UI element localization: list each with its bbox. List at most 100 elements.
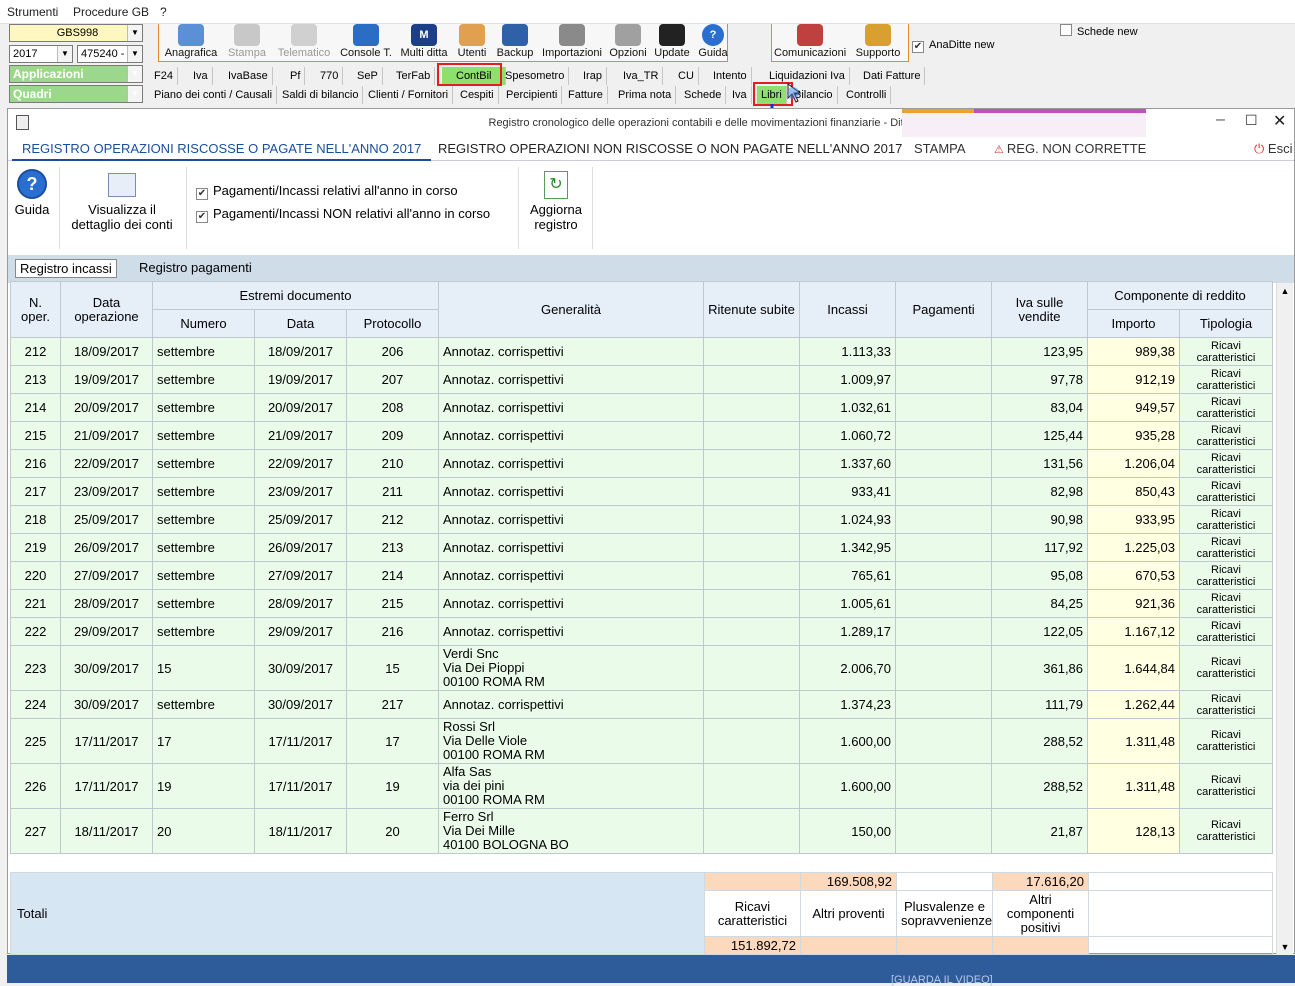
anagrafica-button[interactable]: Anagrafica: [163, 24, 219, 62]
menu-procedure[interactable]: Procedure GB: [73, 5, 149, 19]
chk-anno-corso[interactable]: ✔ Pagamenti/Incassi relativi all'anno in …: [196, 183, 458, 200]
app-intento[interactable]: Intento: [709, 67, 752, 85]
menu-strumenti[interactable]: Strumenti: [7, 5, 58, 19]
opzioni-label: Opzioni: [609, 47, 647, 59]
opzioni-button[interactable]: Opzioni: [608, 24, 648, 62]
quadro-percipienti[interactable]: Percipienti: [502, 86, 563, 104]
row-ritenute: [703, 718, 801, 764]
row-importo: 912,19: [1087, 365, 1181, 394]
table-row[interactable]: 214 20/09/2017 settembre 20/09/2017 208 Annot…: [10, 393, 1274, 422]
app-pf[interactable]: Pf: [286, 67, 306, 85]
table-row[interactable]: 225 17/11/2017 17 17/11/2017 17 Rossi Srl Via …: [10, 718, 1274, 764]
table-row[interactable]: 222 29/09/2017 settembre 29/09/2017 216 Annot…: [10, 617, 1274, 646]
aggiorna-registro-button[interactable]: ↻ Aggiorna registro: [522, 171, 590, 232]
table-row[interactable]: 213 19/09/2017 settembre 19/09/2017 207 Annot…: [10, 365, 1274, 394]
table-row[interactable]: 215 21/09/2017 settembre 21/09/2017 209 Annot…: [10, 421, 1274, 450]
multi-ditta-button[interactable]: M Multi ditta: [397, 24, 451, 62]
table-row[interactable]: 217 23/09/2017 settembre 23/09/2017 211 Annot…: [10, 477, 1274, 506]
app-iva-tr[interactable]: Iva_TR: [619, 67, 664, 85]
totals-label: Totali: [10, 872, 705, 955]
table-row[interactable]: 220 27/09/2017 settembre 27/09/2017 214 Annot…: [10, 561, 1274, 590]
chk-non-anno-corso[interactable]: ✔ Pagamenti/Incassi NON relativi all'anno…: [196, 206, 490, 223]
update-button[interactable]: Update: [652, 24, 692, 62]
table-row[interactable]: 223 30/09/2017 15 30/09/2017 15 Verdi Snc Via …: [10, 645, 1274, 691]
checkbox-checked-icon: ✔: [912, 41, 924, 53]
table-row[interactable]: 212 18/09/2017 settembre 18/09/2017 206 Annot…: [10, 337, 1274, 366]
comunicazioni-button[interactable]: Comunicazioni: [774, 24, 846, 62]
row-data: 26/09/2017: [254, 533, 347, 562]
minimize-icon[interactable]: –: [1216, 111, 1225, 129]
scroll-up-icon[interactable]: ▲: [1277, 283, 1293, 299]
book-icon: [178, 24, 204, 46]
telematico-button[interactable]: Telematico: [274, 24, 334, 62]
table-row[interactable]: 218 25/09/2017 settembre 25/09/2017 212 Annot…: [10, 505, 1274, 534]
row-protocollo: 20: [345, 808, 440, 854]
table-row[interactable]: 219 26/09/2017 settembre 26/09/2017 213 Annot…: [10, 533, 1274, 562]
quadro-piano-conti[interactable]: Piano dei conti / Causali: [150, 86, 278, 104]
row-noper: 215: [10, 421, 61, 450]
table-row[interactable]: 227 18/11/2017 20 18/11/2017 20 Ferro Srl Via …: [10, 808, 1274, 854]
visualizza-dettaglio-button[interactable]: Visualizza il dettaglio dei conti: [62, 173, 182, 232]
checkbox-icon: [1060, 24, 1072, 36]
applicazioni-select[interactable]: Applicazioni ▼: [9, 65, 143, 83]
menu-help[interactable]: ?: [160, 5, 167, 19]
row-numero: settembre: [152, 449, 255, 478]
app-irap[interactable]: Irap: [579, 67, 607, 85]
table-row[interactable]: 216 22/09/2017 settembre 22/09/2017 210 Annot…: [10, 449, 1274, 478]
console-button[interactable]: Console T.: [338, 24, 394, 62]
importazioni-button[interactable]: Importazioni: [540, 24, 604, 62]
stampa-button[interactable]: Stampa: [224, 24, 270, 62]
quadro-clienti-fornitori[interactable]: Clienti / Fornitori: [364, 86, 454, 104]
row-tipologia: Ricavi caratteristici: [1179, 690, 1274, 719]
table-row[interactable]: 224 30/09/2017 settembre 30/09/2017 217 Annot…: [10, 690, 1274, 719]
utenti-button[interactable]: Utenti: [454, 24, 490, 62]
row-tipologia: Ricavi caratteristici: [1179, 561, 1274, 590]
quadro-controlli[interactable]: Controlli: [842, 86, 892, 104]
row-incassi: 1.342,95: [799, 533, 897, 562]
table-row[interactable]: 226 17/11/2017 19 17/11/2017 19 Alfa Sas via d…: [10, 763, 1274, 809]
maximize-icon[interactable]: ☐: [1245, 112, 1258, 129]
anno-select[interactable]: 2017 ▼: [9, 45, 73, 63]
app-770[interactable]: 770: [316, 67, 344, 85]
guarda-video-link[interactable]: [GUARDA IL VIDEO]: [891, 974, 993, 986]
quadro-prima-nota[interactable]: Prima nota: [614, 86, 677, 104]
tab-reg-non-corrette[interactable]: ⚠ REG. NON CORRETTE: [984, 137, 1156, 161]
app-cu[interactable]: CU: [674, 67, 699, 85]
quadro-fatture[interactable]: Fatture: [564, 86, 608, 104]
tab-non-riscosse[interactable]: REGISTRO OPERAZIONI NON RISCOSSE O NON P…: [428, 137, 912, 161]
vertical-scrollbar[interactable]: ▲ ▼: [1276, 283, 1293, 955]
guida-toolbar-button[interactable]: ? Guida: [696, 24, 730, 62]
subtab-incassi[interactable]: Registro incassi: [15, 259, 117, 278]
quadro-iva[interactable]: Iva: [728, 86, 752, 104]
backup-button[interactable]: Backup: [495, 24, 535, 62]
quadro-saldi[interactable]: Saldi di bilancio: [278, 86, 364, 104]
guida-button[interactable]: ? Guida: [12, 169, 52, 217]
generalita-line: Alfa Sas: [443, 764, 492, 779]
close-icon[interactable]: ✕: [1273, 111, 1286, 131]
quadri-select[interactable]: Quadri ▼: [9, 85, 143, 103]
app-ivabase[interactable]: IvaBase: [224, 67, 273, 85]
app-spesometro[interactable]: Spesometro: [501, 67, 570, 85]
esci-button[interactable]: ⏻ Esci: [1244, 137, 1295, 161]
tab-stampa[interactable]: STAMPA: [904, 137, 976, 161]
row-iva: 123,95: [991, 337, 1089, 366]
aggiorna-label-2: registro: [534, 217, 578, 232]
quadro-schede[interactable]: Schede: [680, 86, 727, 104]
quadro-cespiti[interactable]: Cespiti: [456, 86, 499, 104]
app-iva[interactable]: Iva: [189, 67, 213, 85]
app-f24[interactable]: F24: [150, 67, 178, 85]
app-sep[interactable]: SeP: [353, 67, 383, 85]
app-terfab[interactable]: TerFab: [392, 67, 436, 85]
app-dati-fatture[interactable]: Dati Fatture: [859, 67, 926, 85]
subtab-pagamenti[interactable]: Registro pagamenti: [139, 260, 252, 275]
codice-select[interactable]: 475240 - ▼: [77, 45, 143, 63]
supporto-button[interactable]: Supporto: [852, 24, 904, 62]
table-row[interactable]: 221 28/09/2017 settembre 28/09/2017 215 Annot…: [10, 589, 1274, 618]
tab-riscosse[interactable]: REGISTRO OPERAZIONI RISCOSSE O PAGATE NE…: [12, 137, 432, 161]
row-incassi: 1.289,17: [799, 617, 897, 646]
anaditte-checkbox[interactable]: ✔ AnaDitte new: [912, 39, 994, 53]
row-generalita: Annotaz. corrispettivi: [438, 393, 705, 422]
schede-checkbox[interactable]: Schede new: [1060, 24, 1138, 38]
ditta-select[interactable]: GBS998 ▼: [9, 24, 143, 42]
scroll-down-icon[interactable]: ▼: [1277, 939, 1293, 955]
